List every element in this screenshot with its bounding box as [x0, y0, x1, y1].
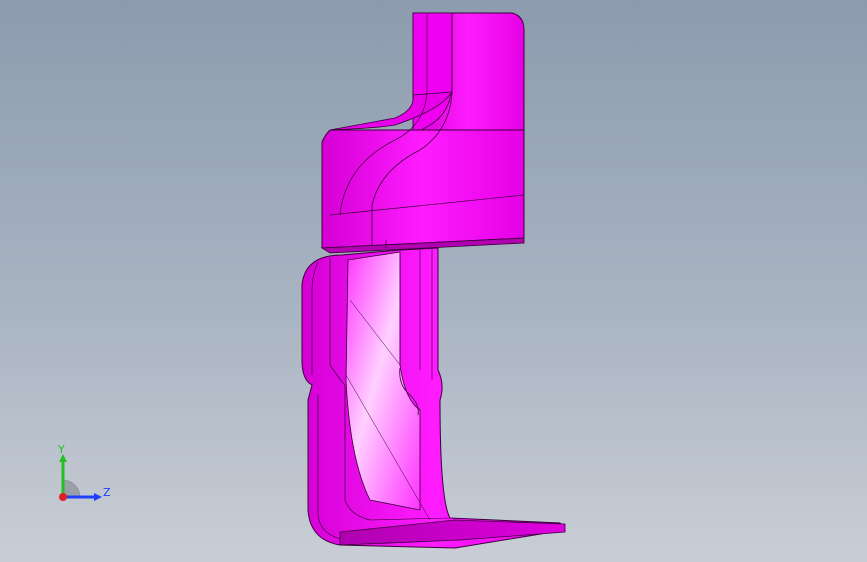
graphics-viewport[interactable]: Y Z — [0, 0, 867, 562]
triad-y-label: Y — [58, 443, 65, 456]
arm-left-face — [301, 247, 566, 549]
sheet-metal-part-model[interactable] — [0, 0, 867, 562]
triad-z-label: Z — [103, 486, 111, 499]
